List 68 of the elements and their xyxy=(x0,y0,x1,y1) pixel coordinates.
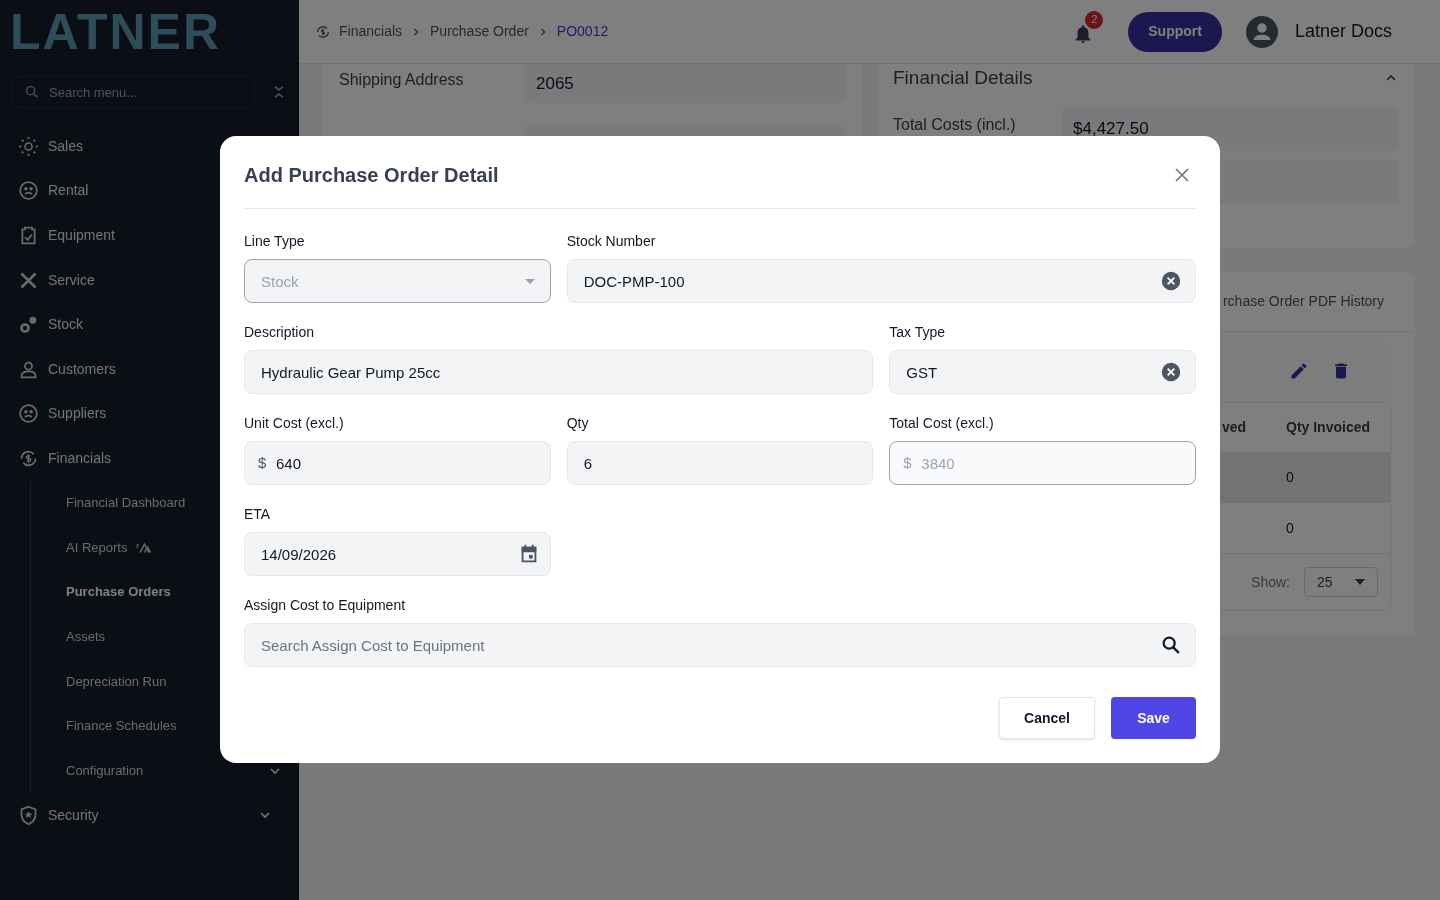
sidebar-item[interactable]: Equipment xyxy=(48,225,115,246)
currency-symbol: $ xyxy=(258,453,267,473)
face-icon xyxy=(18,403,39,425)
tab[interactable]: rchase Order PDF History xyxy=(1222,291,1384,312)
table-cell-text: 0 xyxy=(1286,518,1295,538)
caret-icon xyxy=(524,279,535,284)
sidebar-subitem[interactable]: Financial Dashboard xyxy=(66,493,186,513)
field-label: Qty xyxy=(566,414,590,433)
breadcrumb-link[interactable]: Financials xyxy=(339,21,403,42)
field-label: Total Costs (incl.) xyxy=(893,114,1017,135)
show-label: Show: xyxy=(1251,572,1290,592)
caret-icon xyxy=(1355,579,1365,585)
input-field[interactable]: Hydraulic Gear Pump 25cc xyxy=(244,350,874,394)
clear-icon xyxy=(1161,271,1181,291)
field-label: Shipping Address xyxy=(339,70,465,90)
sidebar-subitem[interactable]: Finance Schedules xyxy=(66,716,177,736)
card-title: Financial Details xyxy=(893,66,1033,90)
input-field[interactable]: GST xyxy=(889,350,1196,394)
search-field[interactable]: Search menu... xyxy=(12,76,256,108)
field-label: Unit Cost (excl.) xyxy=(244,414,345,433)
sidebar-item[interactable]: Stock xyxy=(48,314,83,336)
column-header: Qty Invoiced xyxy=(1286,418,1372,437)
support-button[interactable]: Support xyxy=(1128,11,1222,52)
page-size-select[interactable]: 25 xyxy=(1304,567,1378,597)
sidebar-subitem[interactable]: AI Reports xyxy=(66,537,128,558)
sun-icon xyxy=(18,135,39,157)
field-label: Tax Type xyxy=(889,323,947,342)
date-field[interactable]: 14/09/2026 xyxy=(244,532,551,576)
notification-badge: 2 xyxy=(1085,10,1104,29)
field-label: ETA xyxy=(244,505,272,524)
field-label: Description xyxy=(244,323,316,342)
sidebar-subitem[interactable]: Configuration xyxy=(66,760,144,781)
close-icon xyxy=(1174,167,1190,183)
column-header: ved xyxy=(1222,418,1248,437)
pencil-icon xyxy=(1289,361,1309,381)
sidebar-subitem[interactable]: Purchase Orders xyxy=(66,582,171,602)
breadcrumb-link[interactable]: Purchase Order xyxy=(430,21,529,42)
input-field[interactable]: DOC-PMP-100 xyxy=(566,259,1196,303)
sidebar-subitem[interactable]: Assets xyxy=(66,627,105,647)
field-label: Assign Cost to Equipment xyxy=(244,596,407,615)
user-avatar-icon xyxy=(1245,15,1278,48)
logo: LATNER xyxy=(10,7,222,57)
clear-icon xyxy=(1161,362,1181,382)
sidebar-item[interactable]: Service xyxy=(48,269,95,291)
dollar-cycle-icon xyxy=(315,23,331,40)
breadcrumb-link[interactable]: PO0012 xyxy=(556,21,609,42)
field-label: Line Type xyxy=(244,232,306,251)
currency-symbol: $ xyxy=(903,453,912,473)
sidebar-item[interactable]: Sales xyxy=(48,135,84,157)
cancel-button[interactable]: Cancel xyxy=(999,697,1095,739)
input-field[interactable]: 6 xyxy=(566,441,874,485)
face-icon xyxy=(18,180,39,202)
field-label: Stock Number xyxy=(566,232,657,251)
sidebar-item[interactable]: Suppliers xyxy=(48,403,107,425)
shield-star-icon xyxy=(18,804,39,826)
user-name[interactable]: Latner Docs xyxy=(1294,18,1392,45)
search-icon xyxy=(1160,634,1182,656)
sidebar-item[interactable]: Rental xyxy=(48,180,89,202)
field-value: 2065 xyxy=(524,64,845,103)
field-label: Total Cost (excl.) xyxy=(889,414,995,433)
sidebar-item[interactable]: Security xyxy=(48,804,99,826)
sidebar-subitem[interactable]: Depreciation Run xyxy=(66,671,167,692)
search-icon xyxy=(24,84,40,100)
table-cell-text: 0 xyxy=(1286,467,1295,487)
dialog-title: Add Purchase Order Detail xyxy=(244,163,499,188)
save-button[interactable]: Save xyxy=(1111,697,1196,739)
sidebar-item[interactable]: Financials xyxy=(48,447,112,469)
sidebar-item[interactable]: Customers xyxy=(48,358,116,380)
